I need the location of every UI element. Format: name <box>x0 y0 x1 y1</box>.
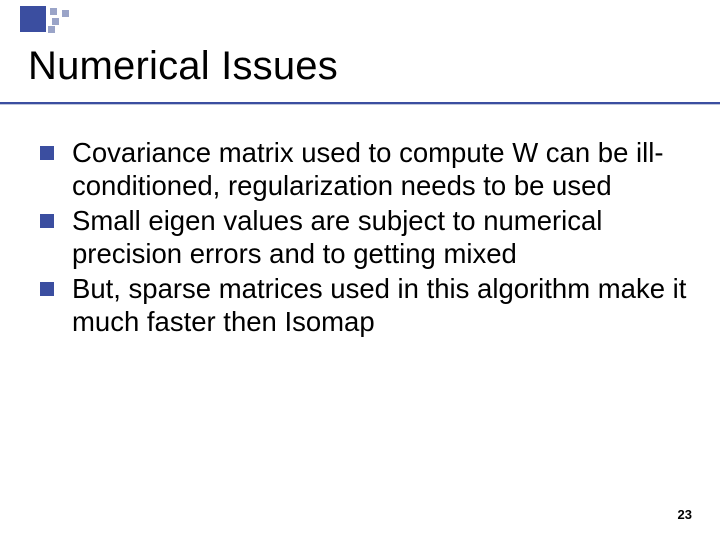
bullet-item: Covariance matrix used to compute W can … <box>38 136 688 202</box>
slide-title: Numerical Issues <box>28 44 338 89</box>
bullet-list: Covariance matrix used to compute W can … <box>38 136 688 338</box>
slide-body: Covariance matrix used to compute W can … <box>38 136 688 340</box>
bullet-item: Small eigen values are subject to numeri… <box>38 204 688 270</box>
page-number: 23 <box>678 507 692 522</box>
corner-decoration-icon <box>0 0 90 38</box>
slide: Numerical Issues Covariance matrix used … <box>0 0 720 540</box>
bullet-item: But, sparse matrices used in this algori… <box>38 272 688 338</box>
title-rule <box>0 102 720 104</box>
